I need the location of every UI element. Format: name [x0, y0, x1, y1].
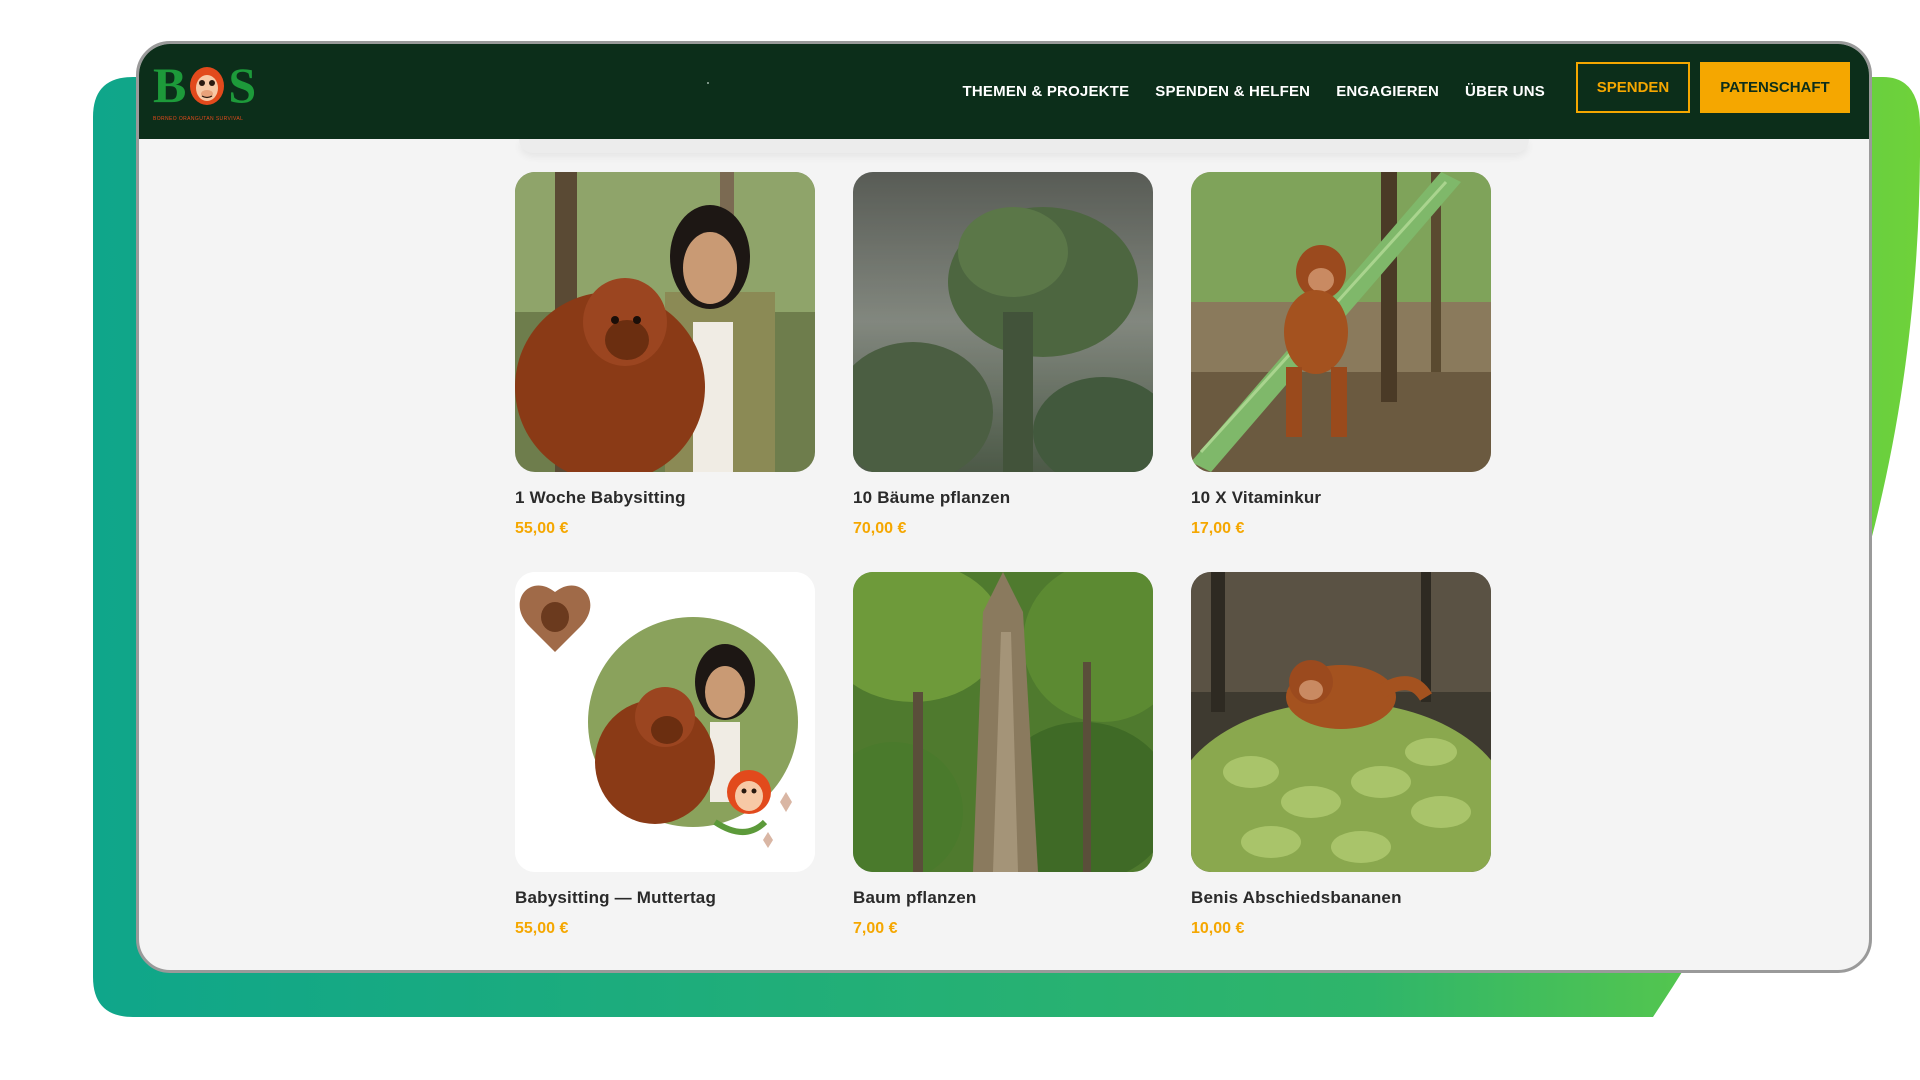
content-top-edge: [519, 139, 1529, 153]
product-price: 55,00 €: [515, 920, 569, 937]
product-card[interactable]: 10 Bäume pflanzen 70,00 €: [853, 172, 1153, 538]
spenden-button[interactable]: SPENDEN: [1576, 62, 1690, 113]
bos-logo[interactable]: B S BORNEO ORANGUTAN SURVIVAL: [153, 56, 265, 122]
header-dot: [707, 82, 709, 84]
nav-item-spenden-helfen[interactable]: SPENDEN & HELFEN: [1155, 83, 1310, 100]
product-price: 10,00 €: [1191, 920, 1245, 937]
keeper-with-orangutan-photo[interactable]: [515, 172, 815, 472]
product-title[interactable]: Baum pflanzen: [853, 888, 1153, 908]
mothers-day-card-photo[interactable]: [515, 572, 815, 872]
logo-letter-b: B: [153, 57, 187, 113]
main-nav: THEMEN & PROJEKTE SPENDEN & HELFEN ENGAG…: [963, 44, 1545, 139]
product-price: 70,00 €: [853, 520, 907, 537]
orangutan-face-icon: [188, 63, 226, 107]
nav-item-themen-projekte[interactable]: THEMEN & PROJEKTE: [963, 83, 1130, 100]
nav-item-ueber-uns[interactable]: ÜBER UNS: [1465, 83, 1545, 100]
logo-tagline: BORNEO ORANGUTAN SURVIVAL: [153, 116, 244, 122]
product-grid: 1 Woche Babysitting 55,00 € 10 Bäume pfl…: [515, 172, 1491, 938]
young-orangutan-on-leaf-photo[interactable]: [1191, 172, 1491, 472]
product-title[interactable]: 1 Woche Babysitting: [515, 488, 815, 508]
product-card[interactable]: Baum pflanzen 7,00 €: [853, 572, 1153, 938]
rainforest-tree-photo[interactable]: [853, 572, 1153, 872]
nav-item-engagieren[interactable]: ENGAGIEREN: [1336, 83, 1439, 100]
orangutan-on-bananas-photo[interactable]: [1191, 572, 1491, 872]
product-title[interactable]: Benis Abschiedsbananen: [1191, 888, 1491, 908]
product-price: 55,00 €: [515, 520, 569, 537]
product-card[interactable]: 1 Woche Babysitting 55,00 €: [515, 172, 815, 538]
product-price: 7,00 €: [853, 920, 898, 937]
product-price: 17,00 €: [1191, 520, 1245, 537]
product-card[interactable]: 10 X Vitaminkur 17,00 €: [1191, 172, 1491, 538]
product-card[interactable]: Babysitting — Muttertag 55,00 €: [515, 572, 815, 938]
logo-letter-s: S: [228, 57, 257, 113]
product-title[interactable]: Babysitting — Muttertag: [515, 888, 815, 908]
browser-frame: B S BORNEO ORANGUTAN SURVIVAL THEMEN & P…: [136, 41, 1872, 973]
product-title[interactable]: 10 Bäume pflanzen: [853, 488, 1153, 508]
product-title[interactable]: 10 X Vitaminkur: [1191, 488, 1491, 508]
site-header: B S BORNEO ORANGUTAN SURVIVAL THEMEN & P…: [139, 44, 1869, 139]
misty-rainforest-photo[interactable]: [853, 172, 1153, 472]
product-card[interactable]: Benis Abschiedsbananen 10,00 €: [1191, 572, 1491, 938]
patenschaft-button[interactable]: PATENSCHAFT: [1700, 62, 1850, 113]
